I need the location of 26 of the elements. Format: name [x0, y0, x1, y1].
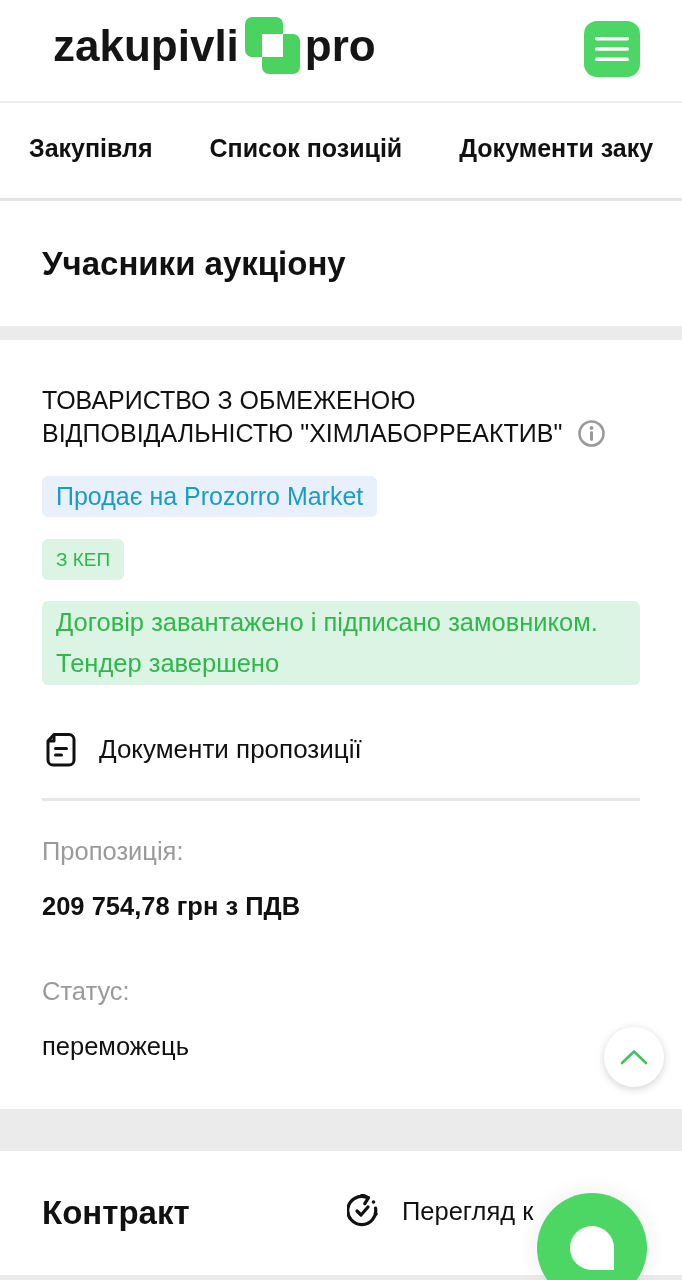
logo-text: pro — [304, 23, 376, 68]
document-icon — [45, 732, 77, 767]
chevron-up-icon — [620, 1048, 648, 1066]
tab[interactable]: Закупівля — [29, 128, 153, 173]
tag: З КЕП — [42, 539, 125, 580]
section-title: Учасники аукціону — [42, 243, 346, 284]
tab[interactable]: Список позицій — [209, 128, 403, 173]
menu-icon — [595, 36, 629, 61]
logo-mark-icon — [244, 17, 300, 74]
documents-link[interactable]: Документи пропозиції — [42, 730, 365, 769]
info-icon[interactable] — [578, 420, 605, 447]
chat-bubble-icon — [570, 1226, 614, 1270]
section-title: Контракт — [42, 1193, 190, 1233]
contract-link[interactable]: Перегляд к — [347, 1191, 534, 1230]
field-value: 209 754,78 грн з ПДВ — [42, 891, 301, 921]
notice-line: Тендер завершено — [56, 648, 281, 679]
tab[interactable]: Документи заку — [459, 128, 654, 173]
menu-button[interactable] — [584, 20, 640, 77]
field-value: переможець — [42, 1031, 189, 1061]
refresh-check-icon — [347, 1194, 380, 1228]
tag: Продає на Prozorro Market — [42, 476, 378, 517]
company-name: ТОВАРИСТВО З ОБМЕЖЕНОЮ ВІДПОВІДАЛЬНІСТЮ "ХІМЛАБОРРЕАКТИВ" — [42, 385, 564, 449]
notice-line: Договір завантажено і підписано замовником. — [56, 607, 599, 638]
logo-text: zakupivli — [53, 23, 239, 68]
field-label: Пропозиція: — [42, 836, 184, 866]
field-label: Статус: — [42, 976, 130, 1006]
